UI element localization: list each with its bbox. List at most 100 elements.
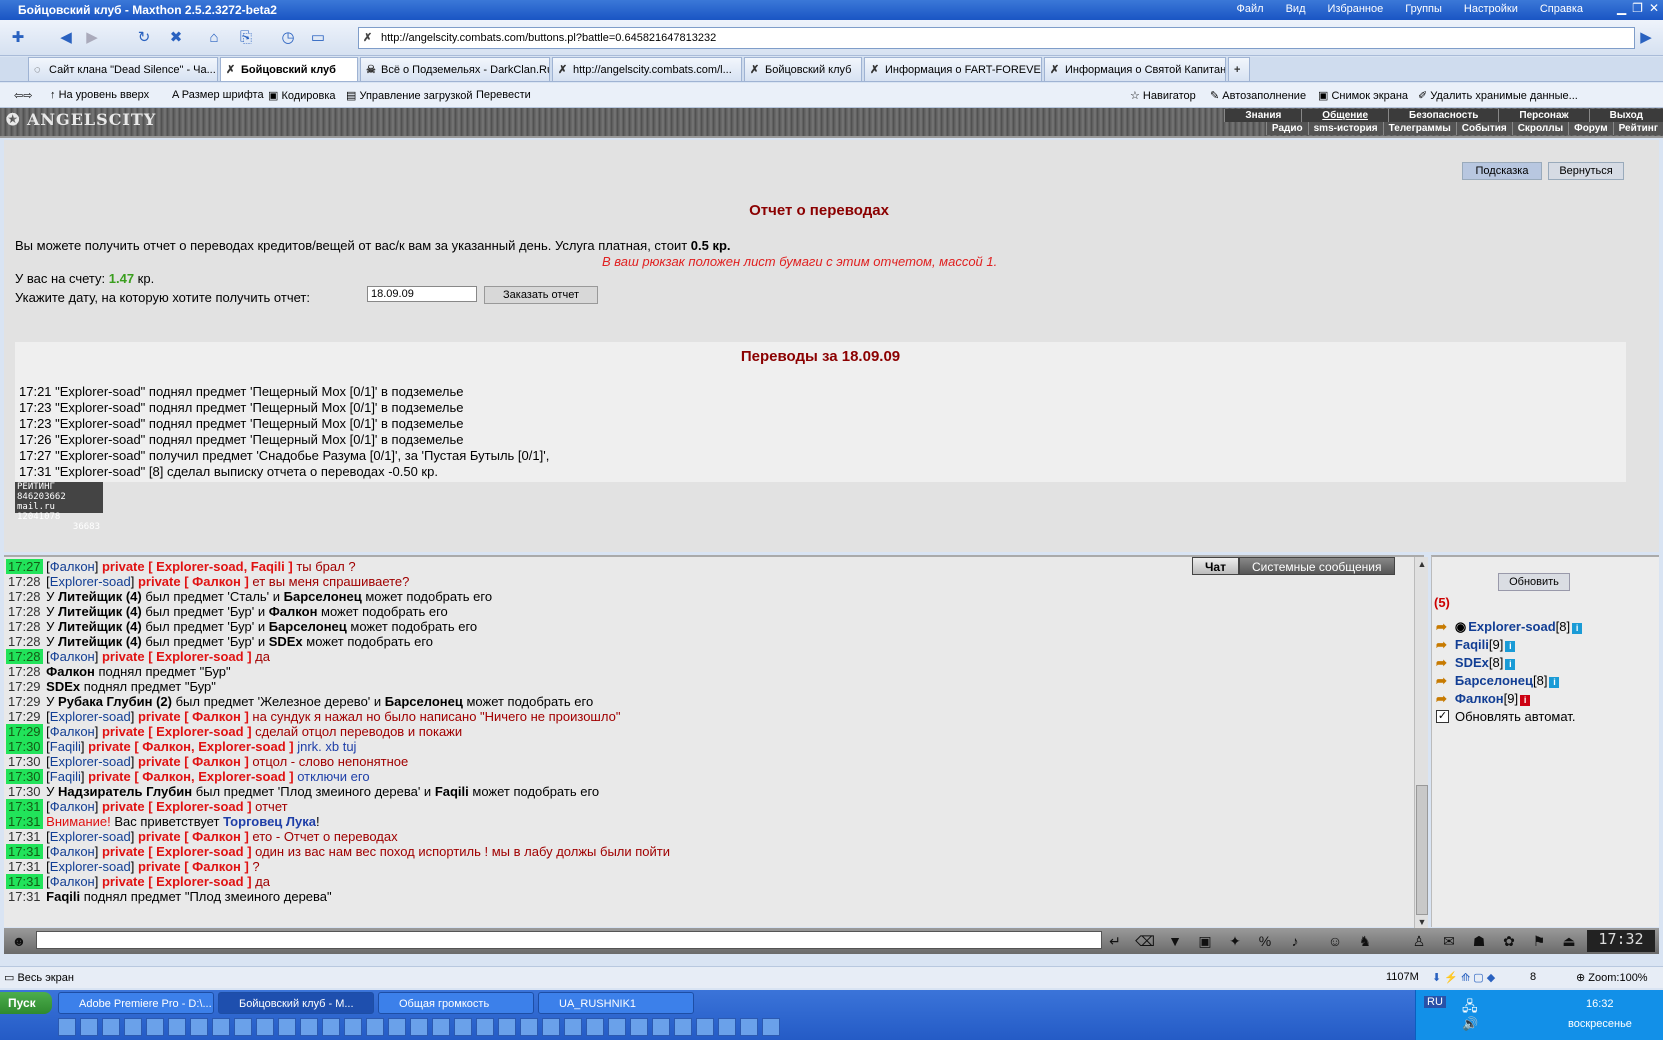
nav-sms-history[interactable]: sms-история [1307,122,1383,135]
tab-system-messages[interactable]: Системные сообщения [1238,557,1395,575]
private-arrow-icon[interactable]: ➦ [1436,655,1447,670]
back-button[interactable]: Вернуться [1548,162,1624,180]
chat-private-tag[interactable]: private [ Explorer-soad ] [102,874,252,889]
start-button[interactable]: Пуск [0,992,52,1014]
exit-icon[interactable]: ⏏ [1558,931,1580,951]
clear-data-button[interactable]: ✐ Удалить хранимые данные... [1418,89,1578,102]
quick-launch-icon[interactable] [762,1018,780,1036]
tab-fight-club-2[interactable]: ✗ Бойцовский клуб [744,57,862,81]
chat-nick[interactable]: Фалкон [50,559,95,574]
chat-nick[interactable]: Фалкон [50,649,95,664]
chat-nick[interactable]: Фалкон [50,874,95,889]
tab-darkclan[interactable]: ☠ Всё о Подземельях - DarkClan.Ru [360,57,550,81]
minimize-icon[interactable]: ▁ [1617,1,1626,15]
chat-name[interactable]: Барселонец [385,694,463,709]
info-icon[interactable]: i [1572,623,1583,634]
quick-launch-icon[interactable] [190,1018,208,1036]
quick-launch-icon[interactable] [146,1018,164,1036]
quick-launch-icon[interactable] [696,1018,714,1036]
chat-time[interactable]: 17:27 [6,559,43,574]
chat-time[interactable]: 17:28 [6,604,43,619]
address-bar[interactable]: ✗ http://angelscity.combats.com/buttons.p… [358,27,1635,49]
quick-launch-icon[interactable] [718,1018,736,1036]
chat-nick[interactable]: Explorer-soad [50,754,131,769]
percent-icon[interactable]: % [1254,931,1276,951]
quick-launch-icon[interactable] [300,1018,318,1036]
smiley-face-icon[interactable]: ☻ [8,931,30,951]
menu-settings[interactable]: Настройки [1464,3,1518,15]
chat-time[interactable]: 17:29 [6,679,43,694]
menu-view[interactable]: Вид [1286,3,1306,15]
quick-launch-icon[interactable] [168,1018,186,1036]
home-icon[interactable]: ⌂ [204,28,224,48]
sound-icon[interactable]: ♪ [1284,931,1306,951]
quick-launch-icon[interactable] [278,1018,296,1036]
screenshot-button[interactable]: ▣ Снимок экрана [1318,89,1408,102]
private-arrow-icon[interactable]: ➦ [1436,691,1447,706]
download-manager-button[interactable]: ▤ Управление загрузкой [346,89,473,102]
chat-private-tag[interactable]: private [ Фалкон ] [138,709,249,724]
chat-private-tag[interactable]: private [ Фалкон, Explorer-soad ] [88,769,293,784]
private-arrow-icon[interactable]: ➦ [1436,637,1447,652]
tab-dead-silence[interactable]: ◌ Сайт клана "Dead Silence" - Ча... [28,57,218,81]
send-icon[interactable]: ↵ [1104,931,1126,951]
info-icon[interactable]: i [1549,677,1560,688]
chat-private-tag[interactable]: private [ Фалкон ] [138,829,249,844]
nav-forum[interactable]: Форум [1568,122,1612,135]
mailru-counter[interactable]: РЕЙТИНГ 846203662 mail.ru 12041078 36683 [15,482,103,532]
chat-time[interactable]: 17:31 [6,844,43,859]
user-row[interactable]: ➦ ◉ Explorer-soad[8] i [1436,619,1583,635]
chat-name[interactable]: Фалкон [46,664,95,679]
user-row[interactable]: ➦ Фалкон[9] i [1436,691,1531,707]
new-tab-button[interactable]: + [1228,57,1250,81]
go-icon[interactable]: ▶ [1636,28,1656,48]
chat-time[interactable]: 17:31 [6,874,43,889]
chat-time[interactable]: 17:31 [6,814,43,829]
scroll-icon[interactable]: ✉ [1438,931,1460,951]
chat-private-tag[interactable]: private [ Explorer-soad ] [102,844,252,859]
chat-time[interactable]: 17:28 [6,574,43,589]
user-row[interactable]: ➦ Барселонец[8] i [1436,673,1560,689]
chat-input[interactable] [36,931,1102,949]
info-icon[interactable]: i [1520,695,1531,706]
chat-name[interactable]: Барселонец [269,619,347,634]
refresh-users-button[interactable]: Обновить [1498,573,1570,591]
task-ua-rushnik[interactable]: UA_RUSHNIK1 [538,992,694,1014]
chat-time[interactable]: 17:28 [6,634,43,649]
history-icon[interactable]: ◷ [278,28,298,48]
back-icon[interactable]: ◀ [56,28,76,48]
forward-icon[interactable]: ▶ [82,28,102,48]
auto-refresh-checkbox[interactable]: ✓ Обновлять автомат. [1436,709,1575,724]
menu-groups[interactable]: Группы [1405,3,1442,15]
quick-launch-icon[interactable] [212,1018,230,1036]
chat-time[interactable]: 17:28 [6,649,43,664]
order-report-button[interactable]: Заказать отчет [484,286,598,304]
scroll-down-icon[interactable]: ▼ [1416,915,1428,929]
chat-nick[interactable]: Faqili [50,769,81,784]
chat-name[interactable]: Торговец Лука [223,814,316,829]
chat-time[interactable]: 17:30 [6,769,43,784]
chat-name[interactable]: Рубака Глубин (2) [58,694,172,709]
tab-angelscity[interactable]: ✗ http://angelscity.combats.com/l... [552,57,742,81]
volume-icon[interactable]: 🔊 [1462,1016,1478,1032]
flag-icon[interactable]: ⚑ [1528,931,1550,951]
menu-file[interactable]: Файл [1237,3,1264,15]
menu-favorites[interactable]: Избранное [1328,3,1384,15]
quick-launch-icon[interactable] [102,1018,120,1036]
chat-name[interactable]: SDEx [269,634,303,649]
clear-icon[interactable]: ⌫ [1134,931,1156,951]
chat-name[interactable]: SDEx [46,679,80,694]
status-icons[interactable]: ⬇ ⚡ ⟰ ▢ ◆ [1432,971,1495,984]
chat-time[interactable]: 17:29 [6,709,43,724]
quick-launch-icon[interactable] [344,1018,362,1036]
chat-name[interactable]: Литейщик (4) [58,604,142,619]
chat-name[interactable]: Фалкон [269,604,318,619]
chat-nick[interactable]: Explorer-soad [50,859,131,874]
helmet-icon[interactable]: ♞ [1354,931,1376,951]
restore-icon[interactable]: ❐ [1632,1,1643,15]
chat-private-tag[interactable]: private [ Фалкон ] [138,859,249,874]
info-icon[interactable]: i [1505,641,1516,652]
task-premiere[interactable]: Adobe Premiere Pro - D:\... [58,992,214,1014]
private-arrow-icon[interactable]: ➦ [1436,673,1447,688]
chat-scrollbar[interactable]: ▲ ▼ [1414,557,1428,929]
